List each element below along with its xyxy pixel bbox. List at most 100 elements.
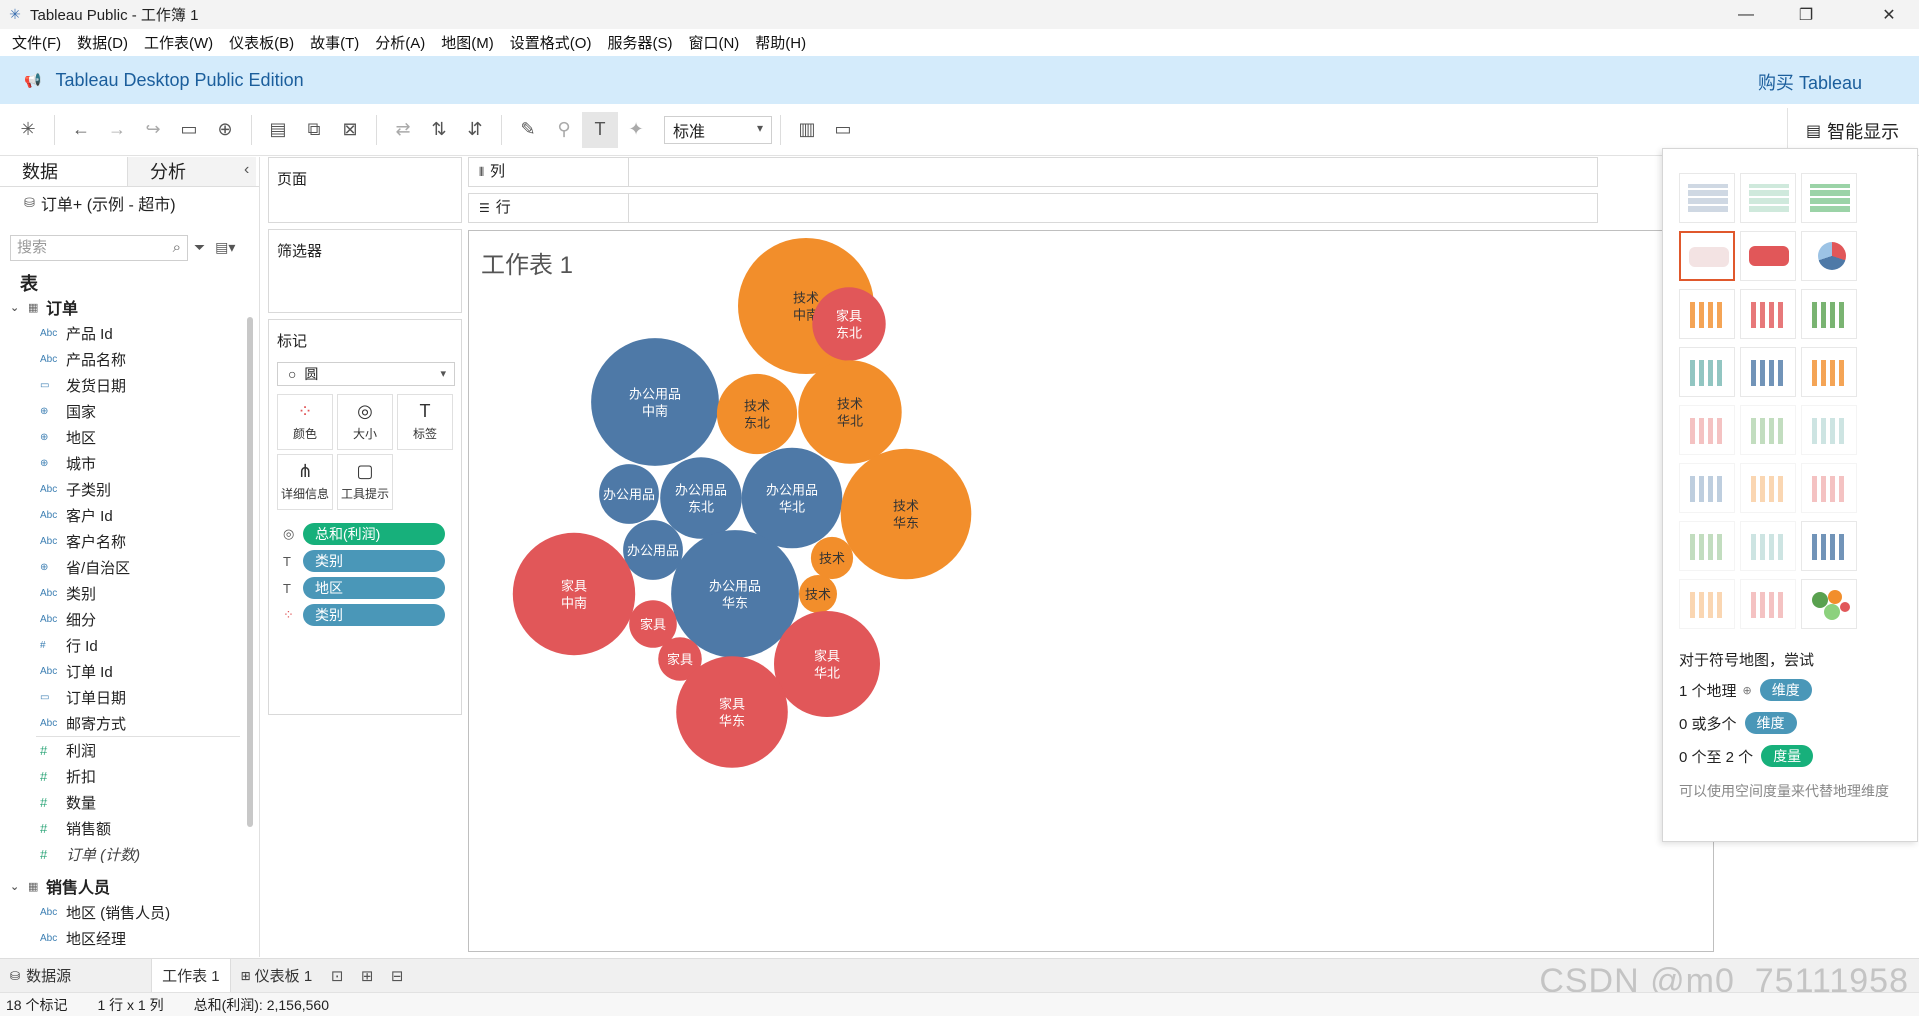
pill-category-color[interactable]: 类别 xyxy=(303,604,445,626)
bubble-mark[interactable]: 技术华东 xyxy=(840,448,972,580)
dimension-field[interactable]: ⊕ 省/自治区 xyxy=(0,554,246,580)
dimension-field[interactable]: Abc 类别 xyxy=(0,580,246,606)
bubble-mark[interactable]: 技术东北 xyxy=(716,373,798,455)
dimension-field[interactable]: Abc 地区经理 xyxy=(0,925,246,951)
bubble-mark[interactable]: 办公用品华北 xyxy=(741,447,843,549)
dimension-field[interactable]: Abc 邮寄方式 xyxy=(0,710,246,736)
chart-type-bullet-graph-icon[interactable] xyxy=(1740,579,1796,629)
chart-type-filled-map-icon[interactable] xyxy=(1740,231,1796,281)
menu-file[interactable]: 文件(F) xyxy=(4,32,69,53)
new-datasource-icon[interactable]: ⊕ xyxy=(207,112,243,148)
chart-type-area-continuous-icon[interactable] xyxy=(1679,463,1735,513)
pill-row[interactable]: ◎ 总和(利润) xyxy=(283,522,445,546)
maximize-button[interactable]: ❐ xyxy=(1776,0,1836,29)
swap-icon[interactable]: ⇄ xyxy=(385,112,421,148)
pill-region-label[interactable]: 地区 xyxy=(303,577,445,599)
datasource-item[interactable]: ⛁ 订单+ (示例 - 超市) xyxy=(0,187,259,219)
menu-analysis[interactable]: 分析(A) xyxy=(367,32,433,53)
bubble-mark[interactable]: 办公用品 xyxy=(623,520,683,580)
buy-tableau-link[interactable]: 购买 Tableau xyxy=(1758,69,1862,95)
dimension-field[interactable]: ⊕ 地区 xyxy=(0,424,246,450)
rows-shelf[interactable]: ☰ 行 xyxy=(468,193,1598,223)
bubble-mark[interactable]: 家具中南 xyxy=(512,532,636,656)
pill-profit-sum[interactable]: 总和(利润) xyxy=(303,523,445,545)
bubble-mark[interactable]: 技术 xyxy=(810,536,854,580)
sort-descending-icon[interactable]: ⇵ xyxy=(457,112,493,148)
dimension-field[interactable]: ▭ 发货日期 xyxy=(0,372,246,398)
chart-type-highlight-table-icon[interactable] xyxy=(1801,173,1857,223)
dimension-field[interactable]: ▭ 订单日期 xyxy=(0,684,246,710)
pill-row[interactable]: T 地区 xyxy=(283,576,445,600)
minimize-button[interactable]: — xyxy=(1716,0,1776,29)
chart-type-gantt-icon[interactable] xyxy=(1679,579,1735,629)
save-icon[interactable]: ▭ xyxy=(171,112,207,148)
dimension-field[interactable]: Abc 产品名称 xyxy=(0,346,246,372)
chart-type-heat-map-icon[interactable] xyxy=(1740,173,1796,223)
new-worksheet-icon[interactable]: ⊡ xyxy=(322,967,352,985)
new-story-icon[interactable]: ⊟ xyxy=(382,967,412,985)
pill-row[interactable]: T 类别 xyxy=(283,549,445,573)
chart-type-stacked-bars-icon[interactable] xyxy=(1740,289,1796,339)
close-button[interactable]: ✕ xyxy=(1859,0,1919,29)
measure-field[interactable]: # 销售额 xyxy=(0,815,246,841)
chart-type-pie-chart-icon[interactable] xyxy=(1801,231,1857,281)
replay-icon[interactable]: ↪ xyxy=(135,112,171,148)
dimension-field[interactable]: Abc 客户名称 xyxy=(0,528,246,554)
tab-analysis[interactable]: 分析 xyxy=(128,157,256,186)
menu-worksheet[interactable]: 工作表(W) xyxy=(136,32,221,53)
tableau-home-icon[interactable]: ✳ xyxy=(10,112,46,148)
menu-story[interactable]: 故事(T) xyxy=(302,32,367,53)
bubble-mark[interactable]: 办公用品中南 xyxy=(591,338,719,466)
bubble-mark[interactable]: 家具华北 xyxy=(774,611,880,717)
menu-dashboard[interactable]: 仪表板(B) xyxy=(221,32,302,53)
dimension-field[interactable]: Abc 客户 Id xyxy=(0,502,246,528)
chart-type-lines-discrete-icon[interactable] xyxy=(1740,405,1796,455)
chart-type-histogram-icon[interactable] xyxy=(1740,521,1796,571)
label-button[interactable]: T 标签 xyxy=(397,394,453,450)
chart-type-packed-bubbles-icon[interactable] xyxy=(1801,579,1857,629)
tab-datasource[interactable]: ⛁ 数据源 xyxy=(0,959,81,993)
redo-icon[interactable]: → xyxy=(99,112,135,148)
menu-server[interactable]: 服务器(S) xyxy=(599,32,680,53)
chart-type-symbol-map-icon[interactable] xyxy=(1679,231,1735,281)
bubble-mark[interactable]: 家具东北 xyxy=(812,287,886,361)
chart-type-box-whisker-icon[interactable] xyxy=(1801,521,1857,571)
chart-type-treemap-icon[interactable] xyxy=(1679,347,1735,397)
columns-shelf[interactable]: ⫴ 列 xyxy=(468,157,1598,187)
tab-worksheet[interactable]: 工作表 1 xyxy=(151,958,231,993)
dimension-field[interactable]: Abc 子类别 xyxy=(0,476,246,502)
pin-icon[interactable]: ✦ xyxy=(618,112,654,148)
bubble-mark[interactable]: 技术 xyxy=(799,575,837,613)
new-worksheet-icon[interactable]: ▤ xyxy=(260,112,296,148)
dimension-field[interactable]: Abc 细分 xyxy=(0,606,246,632)
bubble-mark[interactable]: 家具华东 xyxy=(676,656,788,768)
dimension-field[interactable]: Abc 地区 (销售人员) xyxy=(0,899,246,925)
dimension-field[interactable]: Abc 订单 Id xyxy=(0,658,246,684)
tooltip-button[interactable]: ▢ 工具提示 xyxy=(337,454,393,510)
tab-data[interactable]: 数据 xyxy=(0,157,128,186)
bubble-mark[interactable]: 技术华北 xyxy=(798,360,902,464)
scrollbar[interactable] xyxy=(247,317,253,827)
detail-button[interactable]: ⋔ 详细信息 xyxy=(277,454,333,510)
table-group[interactable]: ⌄ ▦ 销售人员 xyxy=(0,873,246,899)
dimension-field[interactable]: # 行 Id xyxy=(0,632,246,658)
menu-map[interactable]: 地图(M) xyxy=(433,32,502,53)
measure-field[interactable]: # 折扣 xyxy=(0,763,246,789)
chart-type-lines-continuous-icon[interactable] xyxy=(1679,405,1735,455)
chart-type-dual-combination-icon[interactable] xyxy=(1801,463,1857,513)
view-options-icon[interactable]: ▤▾ xyxy=(215,239,235,255)
menu-format[interactable]: 设置格式(O) xyxy=(502,32,600,53)
dimension-field[interactable]: ⊕ 国家 xyxy=(0,398,246,424)
clear-sheet-icon[interactable]: ⊠ xyxy=(332,112,368,148)
measure-field[interactable]: # 订单 (计数) xyxy=(0,841,246,867)
bubble-mark[interactable]: 办公用品华东 xyxy=(671,530,799,658)
chart-type-side-by-side-circles-icon[interactable] xyxy=(1801,347,1857,397)
menu-data[interactable]: 数据(D) xyxy=(69,32,136,53)
pages-card[interactable]: 页面 xyxy=(268,157,462,223)
measure-field[interactable]: # 数量 xyxy=(0,789,246,815)
dimension-field[interactable]: Abc 产品 Id xyxy=(0,320,246,346)
measure-field[interactable]: # 利润 xyxy=(0,737,246,763)
filter-icon[interactable]: ⏷ xyxy=(194,239,205,255)
table-group[interactable]: ⌄ ▦ 订单 xyxy=(0,294,246,320)
chart-type-horizontal-bars-icon[interactable] xyxy=(1679,289,1735,339)
